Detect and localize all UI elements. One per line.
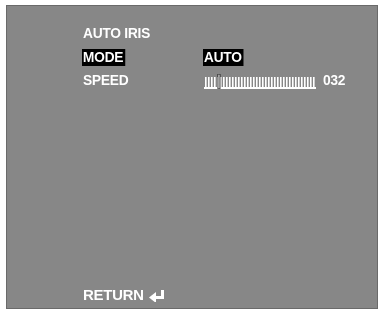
mode-label[interactable]: MODE [82,49,126,66]
osd-screen: AUTO IRIS MODE AUTO SPEED 032 RETURN [6,5,378,309]
slider-tick [307,77,309,88]
slider-tick [235,77,237,88]
slider-tick [214,77,216,88]
slider-tick [289,77,291,88]
slider-tick [304,77,306,88]
slider-tick [310,77,312,88]
return-button[interactable]: RETURN [83,287,165,304]
slider-tick [268,77,270,88]
slider-tick [211,77,213,88]
speed-slider[interactable] [204,74,316,89]
enter-return-icon [148,290,164,302]
slider-tick [223,77,225,88]
slider-tick [265,77,267,88]
speed-label[interactable]: SPEED [83,72,129,89]
slider-tick [292,77,294,88]
slider-tick [205,77,207,88]
slider-tick [298,77,300,88]
slider-tick [226,77,228,88]
slider-tick [283,77,285,88]
slider-tick [238,77,240,88]
slider-tick [262,77,264,88]
slider-tick [232,77,234,88]
slider-tick [247,77,249,88]
slider-tick [241,77,243,88]
slider-tick [274,77,276,88]
slider-tick [286,77,288,88]
slider-tick [208,77,210,88]
slider-tick [295,77,297,88]
slider-tick [313,77,315,88]
slider-tick [271,77,273,88]
slider-tick [229,77,231,88]
slider-tick [259,77,261,88]
slider-tick [277,77,279,88]
slider-tick [253,77,255,88]
return-label: RETURN [83,287,144,304]
menu-title: AUTO IRIS [83,25,151,42]
slider-tick [250,77,252,88]
slider-tick [244,77,246,88]
slider-tick [256,77,258,88]
slider-tick [280,77,282,88]
speed-value: 032 [323,72,346,89]
mode-value[interactable]: AUTO [203,49,244,66]
slider-cursor[interactable] [217,74,221,89]
slider-tick [301,77,303,88]
